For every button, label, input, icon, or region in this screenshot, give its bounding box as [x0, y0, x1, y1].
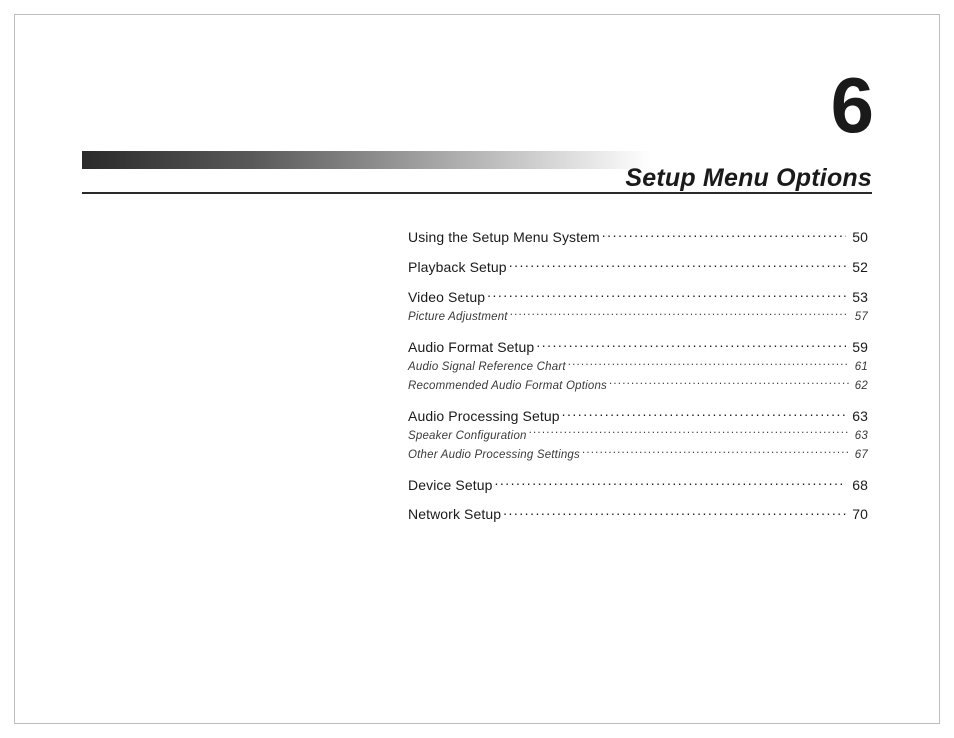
table-of-contents: Using the Setup Menu System 50 Playback … [408, 228, 868, 535]
section-title: Setup Menu Options [625, 164, 872, 193]
toc-label: Playback Setup [408, 258, 507, 277]
toc-page: 59 [848, 338, 868, 357]
toc-leader [562, 407, 847, 421]
toc-page: 53 [848, 288, 868, 307]
toc-page: 61 [851, 360, 868, 376]
toc-leader [487, 288, 846, 302]
document-page: 6 Setup Menu Options Using the Setup Men… [0, 0, 954, 738]
toc-leader [529, 428, 849, 440]
toc-leader [494, 476, 846, 490]
toc-leader [582, 447, 849, 459]
toc-label: Audio Processing Setup [408, 407, 560, 426]
toc-leader [568, 359, 849, 371]
toc-leader [509, 258, 847, 272]
toc-subentry: Audio Signal Reference Chart 61 [408, 359, 868, 376]
toc-entry: Device Setup 68 [408, 476, 868, 495]
toc-entry: Network Setup 70 [408, 505, 868, 524]
toc-leader [609, 378, 849, 390]
toc-page: 63 [848, 407, 868, 426]
toc-entry: Playback Setup 52 [408, 258, 868, 277]
toc-page: 70 [848, 505, 868, 524]
toc-label: Video Setup [408, 288, 485, 307]
toc-label: Speaker Configuration [408, 429, 527, 445]
toc-subentry: Other Audio Processing Settings 67 [408, 447, 868, 464]
toc-label: Audio Format Setup [408, 338, 534, 357]
toc-entry: Audio Processing Setup 63 [408, 407, 868, 426]
toc-page: 68 [848, 476, 868, 495]
toc-subentry: Recommended Audio Format Options 62 [408, 378, 868, 395]
toc-page: 50 [848, 228, 868, 247]
toc-leader [602, 228, 846, 242]
toc-label: Picture Adjustment [408, 310, 508, 326]
toc-entry: Using the Setup Menu System 50 [408, 228, 868, 247]
toc-subentry: Picture Adjustment 57 [408, 309, 868, 326]
toc-leader [510, 309, 849, 321]
toc-label: Audio Signal Reference Chart [408, 360, 566, 376]
toc-page: 63 [851, 429, 868, 445]
toc-label: Using the Setup Menu System [408, 228, 600, 247]
toc-entry: Audio Format Setup 59 [408, 338, 868, 357]
toc-label: Device Setup [408, 476, 492, 495]
toc-page: 67 [851, 448, 868, 464]
toc-page: 52 [848, 258, 868, 277]
chapter-number: 6 [831, 60, 872, 151]
toc-page: 62 [851, 379, 868, 395]
toc-leader [536, 338, 846, 352]
toc-leader [503, 505, 846, 519]
toc-label: Network Setup [408, 505, 501, 524]
toc-page: 57 [851, 310, 868, 326]
toc-label: Recommended Audio Format Options [408, 379, 607, 395]
toc-entry: Video Setup 53 [408, 288, 868, 307]
header-rule [82, 192, 872, 194]
toc-label: Other Audio Processing Settings [408, 448, 580, 464]
toc-subentry: Speaker Configuration 63 [408, 428, 868, 445]
